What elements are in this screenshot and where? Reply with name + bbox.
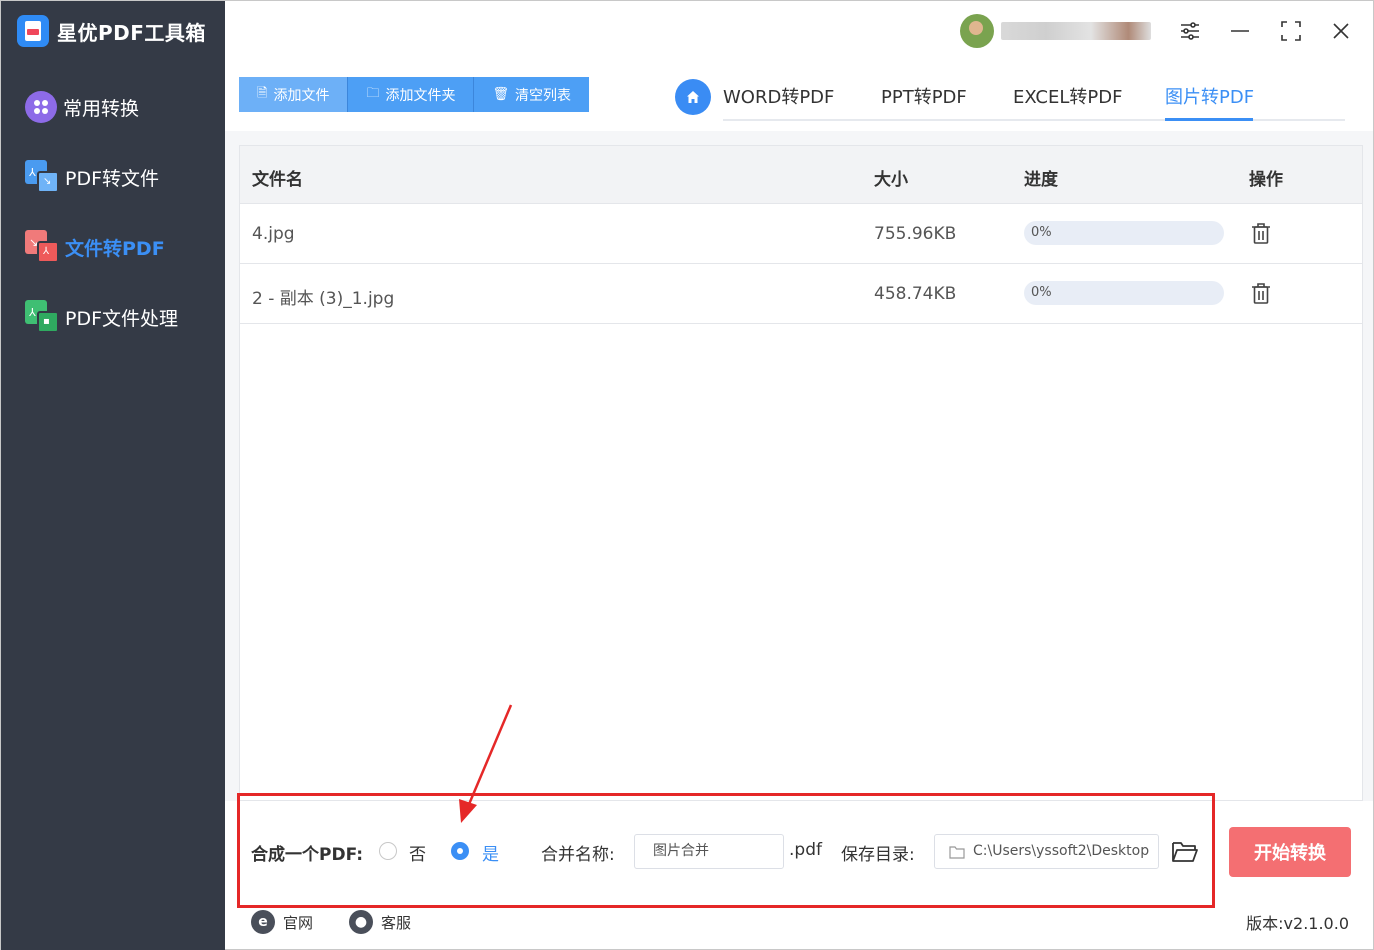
settings-sliders-icon[interactable]	[1175, 16, 1205, 46]
merge-yes-radio[interactable]	[451, 842, 469, 860]
tab-ppt-to-pdf[interactable]: PPT转PDF	[881, 83, 967, 109]
table-row[interactable]: 4.jpg 755.96KB 0%	[240, 204, 1362, 264]
file-icon: 🗎	[257, 85, 268, 101]
username: yssoft2ahvd6	[1001, 22, 1151, 40]
home-icon	[687, 91, 699, 103]
website-link[interactable]: e 官网	[251, 909, 313, 935]
table-header: 文件名 大小 进度 操作	[240, 146, 1362, 204]
conversion-tabs: WORD转PDF PPT转PDF EXCEL转PDF 图片转PDF	[723, 73, 1345, 121]
add-file-button[interactable]: 🗎 添加文件	[239, 77, 349, 112]
pdf-to-file-icon: ⅄ ↘	[25, 160, 59, 194]
active-tab-indicator	[1165, 118, 1253, 121]
app-window: 星优PDF工具箱 常用转换 ⅄ ↘ PDF转文件 ↘ ⅄ 文件转PDF ⅄ ▪ …	[0, 0, 1374, 950]
grid-circle-icon	[25, 91, 57, 123]
file-to-pdf-icon: ↘ ⅄	[25, 230, 59, 264]
sidebar-item-label: PDF转文件	[65, 167, 160, 190]
file-name: 4.jpg	[252, 224, 295, 244]
chat-bubble-icon: ●	[349, 910, 373, 934]
delete-icon[interactable]	[1250, 282, 1272, 306]
add-folder-button[interactable]: 🗀 添加文件夹	[348, 77, 475, 112]
trash-icon: 🗑	[492, 87, 509, 102]
maximize-icon[interactable]	[1276, 16, 1306, 46]
table-row[interactable]: 2 - 副本 (3)_1.jpg 458.74KB 0%	[240, 264, 1362, 324]
column-header-name: 文件名	[252, 170, 303, 190]
file-size: 755.96KB	[874, 224, 957, 244]
output-settings: 合成一个PDF: 否 是 合并名称: 图片合并 .pdf 保存目录: C:\Us…	[239, 801, 1363, 891]
minimize-icon[interactable]	[1225, 16, 1255, 46]
progress-bar: 0%	[1024, 221, 1224, 245]
file-size: 458.74KB	[874, 284, 957, 304]
delete-icon[interactable]	[1250, 222, 1272, 246]
progress-text: 0%	[1031, 285, 1052, 300]
version-label: 版本:v2.1.0.0	[1246, 914, 1349, 933]
merge-no-radio[interactable]	[379, 842, 397, 860]
support-link[interactable]: ● 客服	[349, 909, 411, 935]
column-header-progress: 进度	[1024, 170, 1058, 190]
browser-icon: e	[251, 910, 275, 934]
save-dir-value: C:\Users\yssoft2\Desktop	[973, 843, 1150, 859]
folder-icon: 🗀	[366, 85, 380, 101]
sidebar-item-label: PDF文件处理	[65, 307, 179, 330]
progress-bar: 0%	[1024, 281, 1224, 305]
app-title: 星优PDF工具箱	[57, 20, 206, 45]
pdf-process-icon: ⅄ ▪	[25, 300, 59, 334]
merge-name-input[interactable]: 图片合并	[634, 834, 784, 869]
column-header-size: 大小	[874, 170, 908, 190]
file-toolbar: 🗎 添加文件 🗀 添加文件夹 🗑 清空列表	[239, 77, 589, 112]
clear-list-label: 清空列表	[514, 87, 571, 104]
file-table: 文件名 大小 进度 操作 4.jpg 755.96KB 0% 2 - 副本 (3…	[239, 145, 1363, 801]
save-dir-label: 保存目录:	[841, 845, 915, 865]
home-button[interactable]	[675, 79, 711, 115]
folder-small-icon	[949, 846, 965, 859]
clear-list-button[interactable]: 🗑 清空列表	[474, 77, 589, 112]
browse-folder-icon[interactable]	[1171, 839, 1199, 865]
pdf-extension-label: .pdf	[789, 840, 822, 860]
sidebar-item-pdf-to-file[interactable]: ⅄ ↘ PDF转文件	[25, 159, 159, 195]
sidebar-item-label: 文件转PDF	[65, 237, 165, 260]
merge-no-label[interactable]: 否	[409, 840, 426, 865]
close-icon[interactable]	[1326, 16, 1356, 46]
avatar[interactable]	[960, 14, 994, 48]
website-label: 官网	[283, 913, 314, 932]
tab-excel-to-pdf[interactable]: EXCEL转PDF	[1013, 83, 1122, 109]
add-folder-label: 添加文件夹	[385, 87, 456, 104]
brand: 星优PDF工具箱	[17, 14, 206, 48]
merge-yes-label[interactable]: 是	[482, 840, 499, 865]
column-header-action: 操作	[1249, 170, 1283, 190]
sidebar-item-label: 常用转换	[63, 97, 140, 120]
tab-image-to-pdf[interactable]: 图片转PDF	[1165, 83, 1254, 109]
merge-name-label: 合并名称:	[541, 845, 615, 865]
sidebar-item-common-convert[interactable]: 常用转换	[25, 89, 139, 125]
start-convert-button[interactable]: 开始转换	[1229, 827, 1351, 877]
merge-label: 合成一个PDF:	[251, 845, 364, 865]
sidebar-item-file-to-pdf[interactable]: ↘ ⅄ 文件转PDF	[25, 229, 165, 265]
add-file-label: 添加文件	[273, 87, 330, 104]
app-logo-icon	[17, 15, 49, 47]
title-bar: yssoft2ahvd6	[225, 1, 1373, 61]
tab-word-to-pdf[interactable]: WORD转PDF	[723, 83, 834, 109]
support-label: 客服	[381, 913, 412, 932]
sidebar: 星优PDF工具箱 常用转换 ⅄ ↘ PDF转文件 ↘ ⅄ 文件转PDF ⅄ ▪ …	[1, 1, 225, 950]
sidebar-item-pdf-process[interactable]: ⅄ ▪ PDF文件处理	[25, 299, 178, 335]
save-dir-input[interactable]: C:\Users\yssoft2\Desktop	[934, 834, 1159, 869]
file-name: 2 - 副本 (3)_1.jpg	[252, 289, 395, 309]
progress-text: 0%	[1031, 225, 1052, 240]
